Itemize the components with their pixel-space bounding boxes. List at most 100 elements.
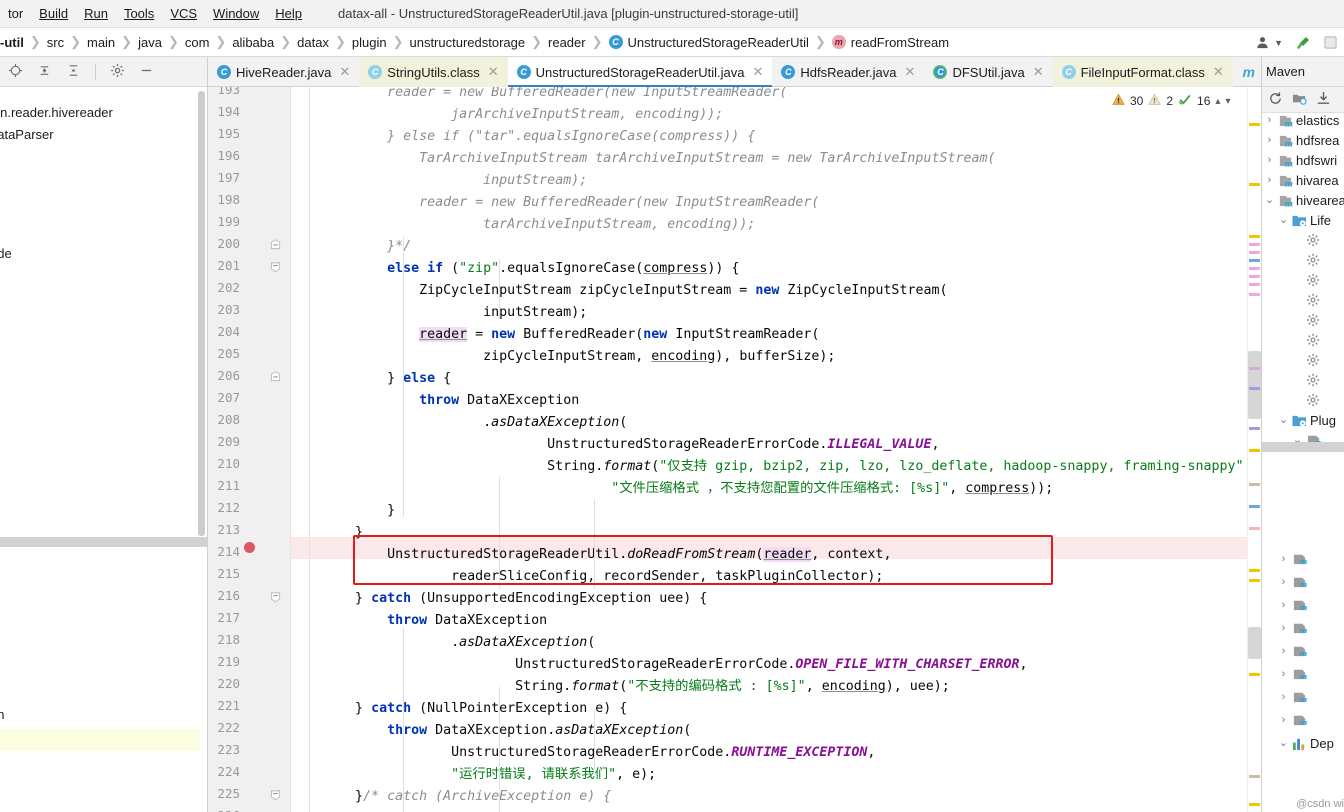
stripe-occurrence-mark[interactable] — [1249, 243, 1260, 246]
collapse-all-icon[interactable] — [66, 63, 81, 81]
maven-tree-node[interactable] — [1292, 333, 1321, 347]
list-item[interactable]: dataParser — [0, 127, 54, 142]
breadcrumb-item-method[interactable]: m readFromStream — [831, 35, 949, 50]
breadcrumb-item-java[interactable]: java — [138, 35, 162, 50]
maven-tree-node[interactable]: › m — [1278, 621, 1308, 635]
project-tree-upper[interactable]: gin.reader.hivereader dataParser ode — [0, 87, 207, 537]
close-icon[interactable]: ✕ — [1213, 64, 1224, 80]
code-line[interactable]: tarArchiveInputStream, encoding)); — [291, 214, 755, 236]
chevron-right-icon[interactable]: › — [1278, 691, 1289, 703]
left-panel-splitter[interactable] — [0, 537, 207, 547]
maven-tree-node[interactable]: › m — [1278, 575, 1308, 589]
breadcrumb-item-com[interactable]: com — [185, 35, 210, 50]
menu-item-help[interactable]: Help — [267, 0, 310, 28]
menu-item-tor[interactable]: tor — [0, 0, 31, 28]
code-line[interactable]: } else { — [291, 368, 451, 390]
close-icon[interactable]: ✕ — [905, 64, 916, 80]
code-line[interactable]: throw DataXException.asDataXException( — [291, 720, 691, 742]
stripe-warning-mark[interactable] — [1249, 449, 1260, 452]
fold-marker-icon[interactable] — [270, 261, 281, 273]
stripe-occurrence-mark[interactable] — [1249, 275, 1260, 278]
scrollbar-thumb[interactable] — [1248, 351, 1261, 419]
stripe-occurrence-mark[interactable] — [1249, 283, 1260, 286]
maven-tree-node[interactable]: › m — [1278, 552, 1308, 566]
menu-item-window[interactable]: Window — [205, 0, 267, 28]
code-line[interactable]: } — [291, 522, 363, 544]
maven-tree-node[interactable]: › m — [1278, 713, 1308, 727]
breadcrumb-item-class[interactable]: C UnstructuredStorageReaderUtil — [608, 35, 809, 50]
menu-item-build[interactable]: Build — [31, 0, 76, 28]
maven-tree-node[interactable]: › m hivarea — [1264, 173, 1339, 188]
menu-item-tools[interactable]: Tools — [116, 0, 162, 28]
close-icon[interactable]: ✕ — [1033, 64, 1044, 80]
maven-tree-node[interactable] — [1292, 353, 1321, 367]
run-config-icon[interactable] — [1323, 35, 1338, 50]
chevron-up-icon[interactable]: ▴ — [1215, 96, 1220, 107]
chevron-down-icon[interactable]: ⌄ — [1278, 738, 1289, 749]
code-line[interactable]: throw DataXException — [291, 610, 547, 632]
project-tree-lower[interactable]: on — [0, 547, 207, 812]
download-sources-icon[interactable] — [1316, 91, 1331, 109]
code-line[interactable]: ZipCycleInputStream zipCycleInputStream … — [291, 280, 947, 302]
breadcrumb-item-datax[interactable]: datax — [297, 35, 329, 50]
chevron-down-icon[interactable]: ⌄ — [1278, 415, 1289, 426]
breadcrumb-item-src[interactable]: src — [47, 35, 64, 50]
code-line[interactable]: } — [291, 500, 395, 522]
tab-HdfsReader-java[interactable]: C HdfsReader.java ✕ — [772, 57, 924, 87]
stripe-warning-mark[interactable] — [1249, 803, 1260, 806]
maven-tree-node[interactable]: › m hdfswri — [1264, 153, 1338, 168]
maven-tree-node[interactable]: ⌄ Plug — [1278, 413, 1336, 428]
code-line[interactable]: reader = new BufferedReader(new InputStr… — [291, 324, 819, 346]
code-line[interactable]: UnstructuredStorageReaderErrorCode.ILLEG… — [291, 434, 939, 456]
chevron-down-icon[interactable]: ⌄ — [1264, 195, 1275, 206]
tab-DFSUtil-java[interactable]: C DFSUtil.java ✕ — [924, 57, 1052, 87]
tab-FileInputFormat-class[interactable]: C FileInputFormat.class ✕ — [1052, 57, 1233, 87]
chevron-right-icon[interactable]: › — [1278, 668, 1289, 680]
code-editor[interactable]: 193 194 195 196 197 198 199 200 201 202 203 204 205 2… — [208, 87, 1261, 812]
stripe-warning-mark[interactable] — [1249, 235, 1260, 238]
code-line[interactable]: inputStream); — [291, 170, 587, 192]
code-line[interactable]: } catch (UnsupportedEncodingException ue… — [291, 588, 707, 610]
chevron-down-icon[interactable]: ▼ — [1274, 38, 1283, 48]
stripe-warning-mark[interactable] — [1249, 569, 1260, 572]
stripe-typo-mark[interactable] — [1249, 775, 1260, 778]
code-line[interactable]: }/* catch (ArchiveException e) { — [291, 786, 611, 808]
maven-tree-node[interactable] — [1292, 313, 1321, 327]
code-line[interactable]: .asDataXException( — [291, 632, 595, 654]
hammer-build-icon[interactable] — [1295, 35, 1311, 51]
menu-item-run[interactable]: Run — [76, 0, 116, 28]
close-icon[interactable]: ✕ — [753, 64, 764, 80]
maven-tree-node[interactable] — [1292, 233, 1321, 247]
stripe-occurrence-mark[interactable] — [1249, 251, 1260, 254]
stripe-typo-mark[interactable] — [1249, 483, 1260, 486]
code-line[interactable]: zipCycleInputStream, encoding), bufferSi… — [291, 346, 835, 368]
code-line[interactable]: jarArchiveInputStream, encoding)); — [291, 104, 723, 126]
breadcrumb-item-util[interactable]: -util — [0, 35, 24, 50]
maven-tree-node[interactable]: › m hdfsrea — [1264, 133, 1340, 148]
stripe-error-mark[interactable] — [1249, 527, 1260, 530]
chevron-right-icon[interactable]: › — [1278, 714, 1289, 726]
maven-tree-node[interactable] — [1292, 393, 1321, 407]
gear-icon[interactable] — [110, 63, 125, 81]
maven-tree-node[interactable]: › m — [1278, 644, 1308, 658]
code-line[interactable]: readerSliceConfig, recordSender, taskPlu… — [291, 566, 883, 588]
stripe-occurrence-mark[interactable] — [1249, 387, 1260, 390]
fold-marker-icon[interactable] — [270, 591, 281, 603]
menu-item-vcs[interactable]: VCS — [162, 0, 205, 28]
maven-tree-node[interactable]: › m — [1278, 598, 1308, 612]
chevron-right-icon[interactable]: › — [1278, 645, 1289, 657]
hide-panel-icon[interactable] — [139, 63, 154, 81]
stripe-warning-mark[interactable] — [1249, 123, 1260, 126]
code-line[interactable]: throw DataXException — [291, 390, 579, 412]
code-line[interactable]: reader = new BufferedReader(new InputStr… — [291, 87, 787, 104]
user-avatar-icon[interactable] — [1255, 35, 1270, 50]
code-line[interactable]: throw DataXException.asDataXException( — [291, 808, 691, 812]
tab-UnstructuredStorageReaderUtil-java[interactable]: C UnstructuredStorageReaderUtil.java ✕ — [507, 57, 773, 87]
maven-tree-node[interactable]: ⌄ Dep — [1278, 736, 1334, 751]
code-line[interactable]: String.format("不支持的编码格式 : [%s]", encodin… — [291, 676, 950, 698]
maven-project-tree[interactable]: › m elastics › m hdfsrea › m hdfswri › m hivarea ⌄ m h… — [1262, 113, 1344, 463]
code-line[interactable]: "运行时错误, 请联系我们", e); — [291, 764, 656, 786]
locate-target-icon[interactable] — [8, 63, 23, 81]
stripe-warning-mark[interactable] — [1249, 183, 1260, 186]
maven-splitter[interactable] — [1262, 442, 1344, 452]
